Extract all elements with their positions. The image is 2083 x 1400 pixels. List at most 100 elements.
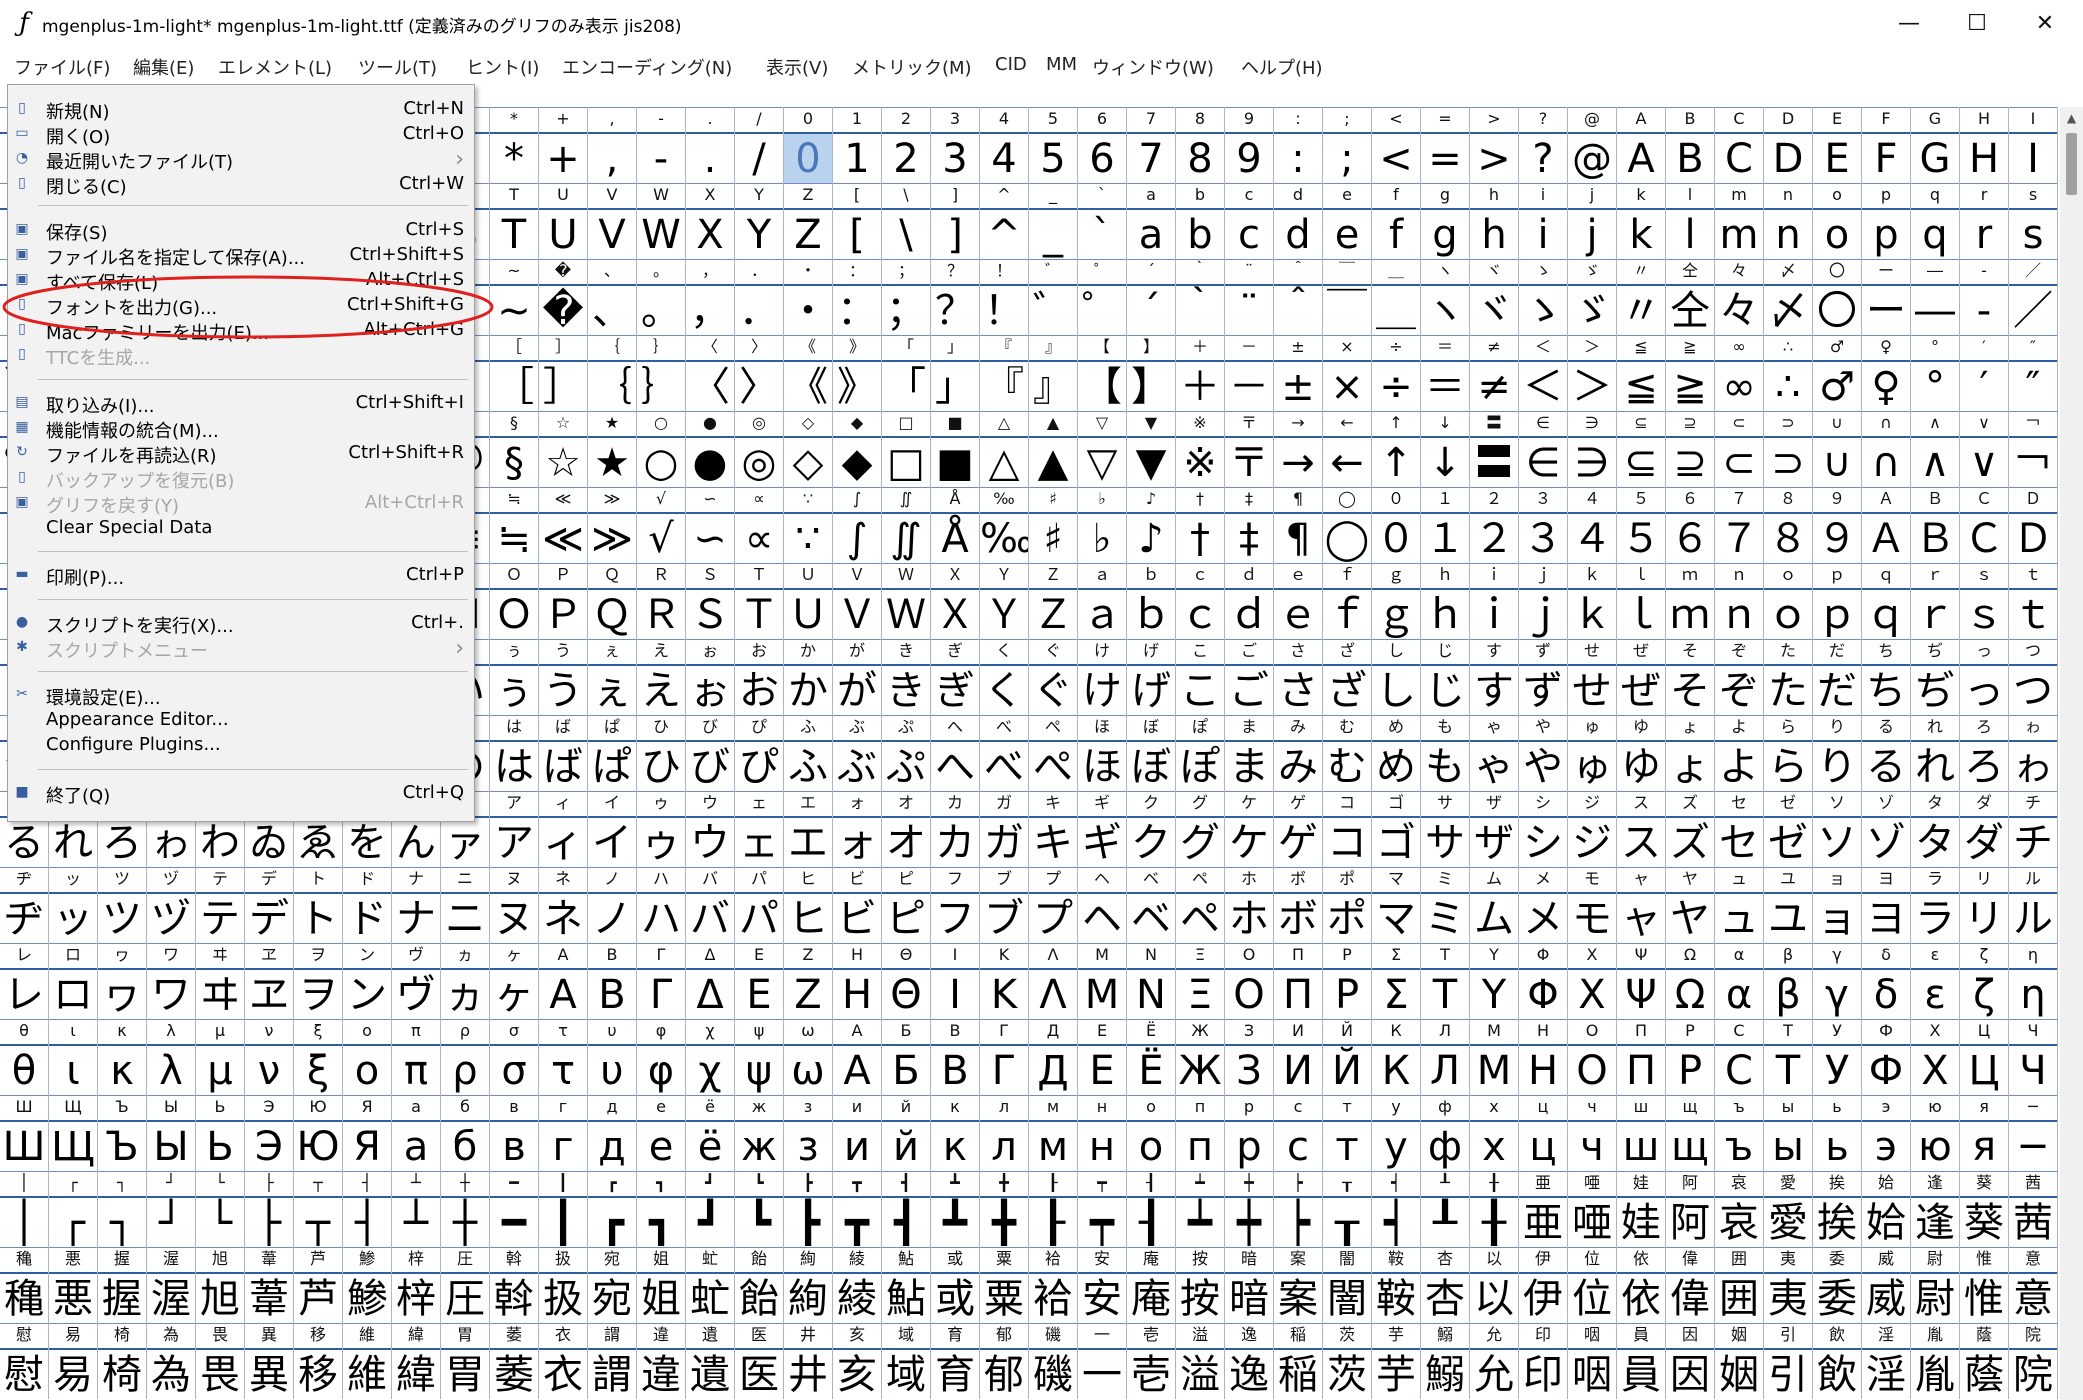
glyph-cell[interactable]: ＋＋ [1176,335,1225,411]
glyph-cell[interactable]: АА [833,1019,882,1095]
glyph-cell[interactable]: юю [1911,1095,1960,1171]
glyph-cell[interactable]: 一一 [1078,1323,1127,1399]
glyph-cell[interactable]: φφ [637,1019,686,1095]
glyph-cell[interactable]: そそ [1666,639,1715,715]
glyph-cell[interactable]: 飴飴 [735,1247,784,1323]
glyph-cell[interactable]: ββ [1764,943,1813,1019]
glyph-cell[interactable]: ┰ ┰ [1323,1171,1372,1247]
glyph-cell[interactable]: ｅｅ [1274,563,1323,639]
glyph-cell[interactable]: ふふ [784,715,833,791]
glyph-cell[interactable]: メメ [1519,867,1568,943]
glyph-cell[interactable]: ぼぼ [1127,715,1176,791]
glyph-cell[interactable]: │ │ [0,1171,49,1247]
glyph-cell[interactable]: ヘヘ [1078,867,1127,943]
glyph-cell[interactable]: スス [1617,791,1666,867]
glyph-cell[interactable]: ─ ─ [2009,1095,2058,1171]
glyph-cell[interactable]: セセ [1715,791,1764,867]
glyph-cell[interactable]: GG [1911,107,1960,183]
glyph-cell[interactable]: 易易 [49,1323,98,1399]
glyph-cell[interactable]: ネネ [539,867,588,943]
glyph-cell[interactable]: ° ° [1911,335,1960,411]
glyph-cell[interactable]: ヤヤ [1666,867,1715,943]
glyph-cell[interactable]: ププ [1029,867,1078,943]
glyph-cell[interactable]: ▲ ▲ [1029,411,1078,487]
glyph-cell[interactable]: ささ [1274,639,1323,715]
glyph-cell[interactable]: □ □ [882,411,931,487]
glyph-cell[interactable]: じじ [1421,639,1470,715]
glyph-cell[interactable]: ［ ［ [490,335,539,411]
glyph-cell[interactable]: ∪ ∪ [1813,411,1862,487]
glyph-cell[interactable]: ザザ [1470,791,1519,867]
glyph-cell[interactable]: モモ [1568,867,1617,943]
menu-element[interactable]: エレメント(L) [218,54,332,80]
glyph-cell[interactable]: ビビ [833,867,882,943]
glyph-cell[interactable]: 扱扱 [539,1247,588,1323]
glyph-cell[interactable]: ≦ ≦ [1617,335,1666,411]
glyph-cell[interactable]: ンン [343,943,392,1019]
glyph-cell[interactable]: べべ [980,715,1029,791]
glyph-cell[interactable]: 渥渥 [147,1247,196,1323]
glyph-cell[interactable]: 慰慰 [0,1323,49,1399]
glyph-cell[interactable]: 〆〆 [1764,259,1813,335]
menu-cid[interactable]: CID [995,54,1027,75]
glyph-cell[interactable]: ;; [1323,107,1372,183]
glyph-cell[interactable]: ，， [686,259,735,335]
glyph-cell[interactable]: よよ [1715,715,1764,791]
glyph-cell[interactable]: ΖΖ [784,943,833,1019]
glyph-cell[interactable]: ∝ ∝ [735,487,784,563]
menu-help[interactable]: ヘルプ(H) [1241,54,1323,80]
glyph-cell[interactable]: ↑ ↑ [1372,411,1421,487]
file-menu-item[interactable]: ✂ 環境設定(E)... [8,683,474,709]
glyph-cell[interactable]: チチ [2009,791,2058,867]
glyph-cell[interactable]: リリ [1960,867,2009,943]
glyph-cell[interactable]: ｌｌ [1617,563,1666,639]
glyph-cell[interactable]: YY [735,183,784,259]
glyph-cell[interactable]: ss [2009,183,2058,259]
glyph-cell[interactable]: UU [539,183,588,259]
glyph-cell[interactable]: ∵ ∵ [784,487,833,563]
glyph-cell[interactable]: 謂謂 [588,1323,637,1399]
glyph-cell[interactable]: 位位 [1568,1247,1617,1323]
glyph-cell[interactable]: ＤＤ [2009,487,2058,563]
glyph-cell[interactable]: ёё [686,1095,735,1171]
glyph-cell[interactable]: ＱＱ [588,563,637,639]
glyph-cell[interactable]: カカ [931,791,980,867]
glyph-cell[interactable]: 偉偉 [1666,1247,1715,1323]
menu-edit[interactable]: 編集(E) [133,54,194,80]
glyph-cell[interactable]: ωω [784,1019,833,1095]
glyph-cell[interactable]: 案案 [1274,1247,1323,1323]
glyph-cell[interactable]: ワワ [147,943,196,1019]
glyph-cell[interactable]: ６６ [1666,487,1715,563]
glyph-cell[interactable]: 郁郁 [980,1323,1029,1399]
glyph-cell[interactable]: ｇｇ [1372,563,1421,639]
glyph-cell[interactable]: ∧ ∧ [1911,411,1960,487]
glyph-cell[interactable]: ΘΘ [882,943,931,1019]
glyph-cell[interactable]: エエ [784,791,833,867]
file-menu-item[interactable]: ▬ 印刷(P)... Ctrl+P [8,563,474,589]
menu-view[interactable]: 表示(V) [766,54,828,80]
glyph-cell[interactable]: ササ [1421,791,1470,867]
glyph-cell[interactable]: けけ [1078,639,1127,715]
glyph-cell[interactable]: ヱヱ [245,943,294,1019]
glyph-cell[interactable]: гг [539,1095,588,1171]
glyph-cell[interactable]: ユユ [1764,867,1813,943]
glyph-cell[interactable]: 芦芦 [294,1247,343,1323]
glyph-cell[interactable]: ぉぉ [686,639,735,715]
glyph-cell[interactable]: ♂ ♂ [1813,335,1862,411]
glyph-cell[interactable]: → → [1274,411,1323,487]
menu-file[interactable]: ファイル(F) [14,54,110,80]
glyph-cell[interactable]: rr [1960,183,2009,259]
glyph-cell[interactable]: ΠΠ [1274,943,1323,1019]
glyph-cell[interactable]: トト [294,867,343,943]
glyph-cell[interactable]: 姻姻 [1715,1323,1764,1399]
glyph-cell[interactable]: ДД [1029,1019,1078,1095]
glyph-cell[interactable]: ｀ ｀ [1176,259,1225,335]
glyph-cell[interactable]: _ _ [1029,183,1078,259]
glyph-cell[interactable]: 》》 [833,335,882,411]
glyph-cell[interactable]: 胃胃 [441,1323,490,1399]
glyph-cell[interactable]: 畏畏 [196,1323,245,1399]
glyph-cell[interactable]: λλ [147,1019,196,1095]
glyph-cell[interactable]: kk [1617,183,1666,259]
glyph-cell[interactable]: パパ [735,867,784,943]
glyph-cell[interactable]: ΡΡ [1323,943,1372,1019]
